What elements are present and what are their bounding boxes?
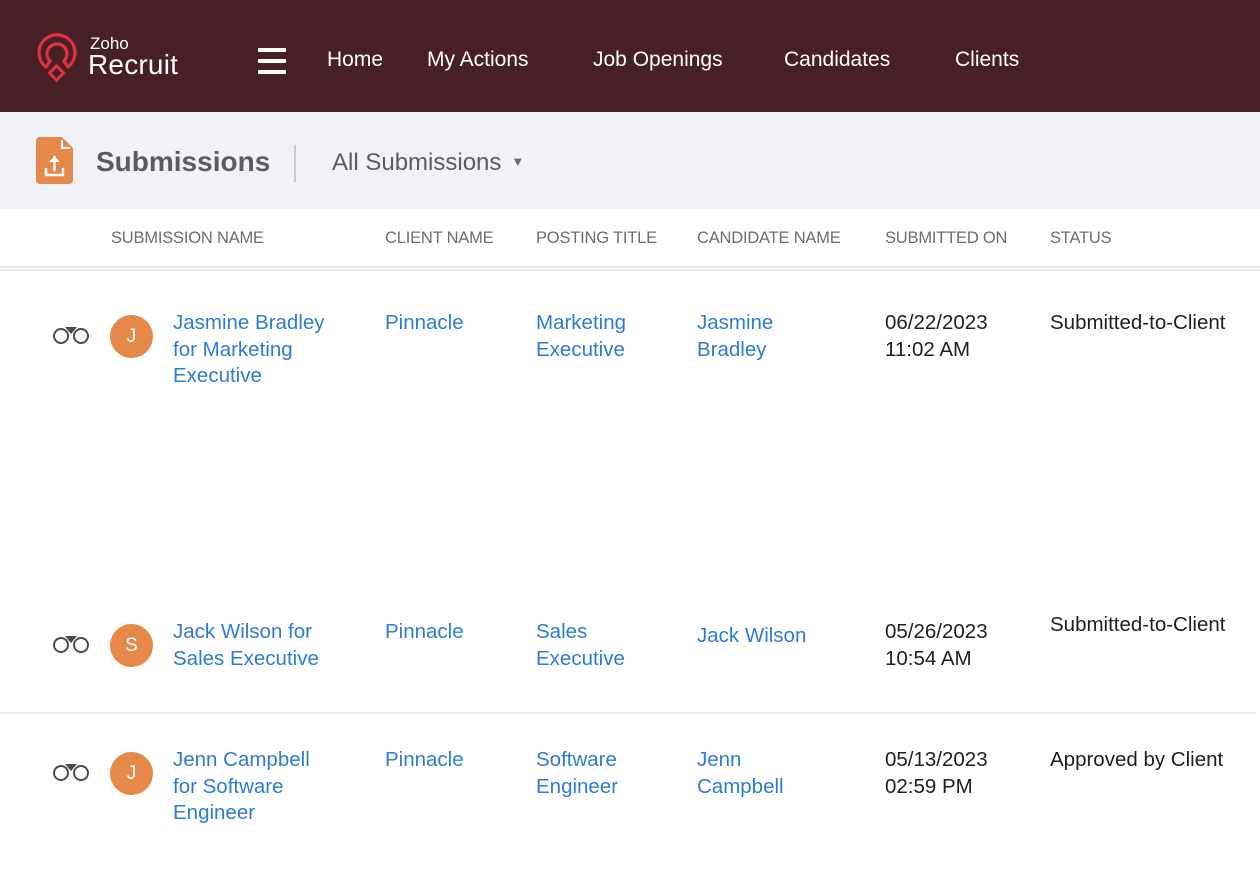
recruit-logo-icon: [37, 33, 77, 83]
nav-my-actions[interactable]: My Actions: [427, 48, 529, 72]
submission-name-link[interactable]: Jack Wilson for Sales Executive: [173, 619, 319, 672]
submitted-date: 05/26/2023: [885, 620, 988, 643]
submission-name-line: for Marketing: [173, 337, 293, 361]
posting-title-line: Marketing: [536, 311, 627, 334]
candidate-name-link[interactable]: Jenn Campbell: [697, 747, 784, 800]
column-header-client-name[interactable]: CLIENT NAME: [385, 229, 494, 248]
submission-name-line: Sales Executive: [173, 646, 319, 670]
avatar: J: [110, 752, 153, 795]
view-selector-label: All Submissions: [332, 149, 502, 176]
posting-title-line: Software: [536, 748, 617, 771]
posting-title-line: Executive: [536, 337, 625, 361]
submission-name-line: for Software: [173, 774, 284, 798]
header-divider: [294, 145, 296, 182]
submitted-date: 05/13/2023: [885, 748, 988, 771]
candidate-name-line: Jack Wilson: [697, 624, 807, 647]
submitted-time: 02:59 PM: [885, 774, 973, 798]
table-header: SUBMISSION NAME CLIENT NAME POSTING TITL…: [0, 209, 1260, 271]
posting-title-link[interactable]: Marketing Executive: [536, 310, 626, 363]
page-title: Submissions: [96, 146, 271, 177]
client-name-link[interactable]: Pinnacle: [385, 619, 464, 646]
view-selector-dropdown[interactable]: All Submissions ▼: [332, 149, 524, 177]
binoculars-icon[interactable]: [51, 762, 91, 782]
zoho-recruit-logo[interactable]: Zoho Recruit: [34, 30, 194, 86]
avatar: J: [110, 315, 153, 358]
row-divider: [0, 712, 1256, 714]
submission-name-line: Jenn Campbell: [173, 748, 310, 771]
submitted-time: 10:54 AM: [885, 646, 972, 670]
candidate-name-link[interactable]: Jasmine Bradley: [697, 310, 773, 363]
status-value: Submitted-to-Client: [1050, 311, 1226, 334]
column-header-status[interactable]: STATUS: [1050, 229, 1112, 248]
status-value: Submitted-to-Client: [1050, 613, 1226, 636]
avatar: S: [110, 624, 153, 667]
submission-name-link[interactable]: Jenn Campbell for Software Engineer: [173, 747, 310, 827]
nav-candidates[interactable]: Candidates: [784, 48, 890, 72]
hamburger-menu-icon[interactable]: [258, 48, 286, 74]
top-nav-bar: Zoho Recruit Home My Actions Job Opening…: [0, 0, 1260, 112]
binoculars-icon[interactable]: [51, 634, 91, 654]
column-header-submission-name[interactable]: SUBMISSION NAME: [111, 229, 264, 248]
submitted-on-value: 06/22/2023 11:02 AM: [885, 310, 988, 363]
submitted-on-value: 05/13/2023 02:59 PM: [885, 747, 988, 800]
client-name-link[interactable]: Pinnacle: [385, 747, 464, 774]
client-name-link[interactable]: Pinnacle: [385, 310, 464, 337]
column-header-submitted-on[interactable]: SUBMITTED ON: [885, 229, 1007, 248]
candidate-name-link[interactable]: Jack Wilson: [697, 623, 806, 650]
nav-job-openings[interactable]: Job Openings: [593, 48, 723, 72]
nav-home[interactable]: Home: [327, 48, 383, 72]
logo-recruit-text: Recruit: [88, 49, 179, 80]
posting-title-line: Engineer: [536, 774, 619, 798]
posting-title-link[interactable]: Sales Executive: [536, 619, 625, 672]
file-upload-icon: [36, 137, 73, 184]
submission-name-line: Jasmine Bradley: [173, 311, 325, 334]
column-header-candidate-name[interactable]: CANDIDATE NAME: [697, 229, 841, 248]
candidate-name-line: Jenn: [697, 748, 742, 771]
submitted-date: 06/22/2023: [885, 311, 988, 334]
candidate-name-line: Bradley: [697, 337, 767, 361]
submitted-on-value: 05/26/2023 10:54 AM: [885, 619, 988, 672]
binoculars-icon[interactable]: [51, 325, 91, 345]
submission-name-line: Engineer: [173, 801, 256, 824]
caret-down-icon: ▼: [511, 154, 525, 169]
submission-name-line: Jack Wilson for: [173, 620, 312, 643]
submission-name-link[interactable]: Jasmine Bradley for Marketing Executive: [173, 310, 325, 390]
candidate-name-line: Campbell: [697, 774, 784, 798]
nav-clients[interactable]: Clients: [955, 48, 1019, 72]
posting-title-link[interactable]: Software Engineer: [536, 747, 618, 800]
posting-title-line: Executive: [536, 646, 625, 670]
status-value: Approved by Client: [1050, 748, 1224, 771]
submitted-time: 11:02 AM: [885, 337, 971, 361]
posting-title-line: Sales: [536, 620, 588, 643]
module-header: Submissions All Submissions ▼: [0, 112, 1260, 209]
column-header-posting-title[interactable]: POSTING TITLE: [536, 229, 657, 248]
submission-name-line: Executive: [173, 364, 262, 387]
candidate-name-line: Jasmine: [697, 311, 774, 334]
